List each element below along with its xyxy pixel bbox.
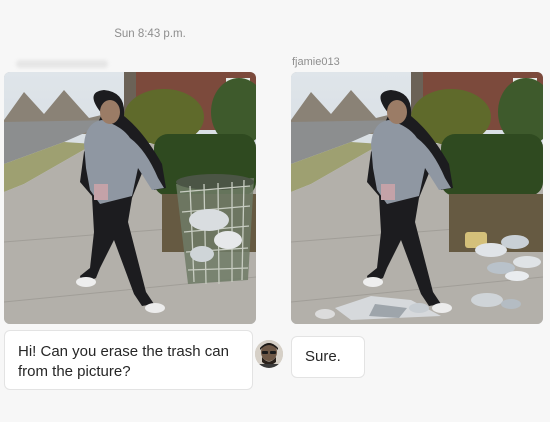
profile-avatar-icon[interactable] [255, 340, 283, 368]
message-timestamp: Sun 8:43 p.m. [114, 28, 186, 40]
blurred-sender-name [16, 60, 108, 68]
reply-message-bubble: Sure. [291, 336, 365, 378]
sent-message-bubble: Hi! Can you erase the trash can from the… [4, 330, 253, 390]
trash-can [176, 174, 254, 285]
original-photo[interactable] [4, 72, 256, 324]
reply-username[interactable]: fjamie013 [292, 56, 340, 68]
edited-photo[interactable] [291, 72, 543, 324]
